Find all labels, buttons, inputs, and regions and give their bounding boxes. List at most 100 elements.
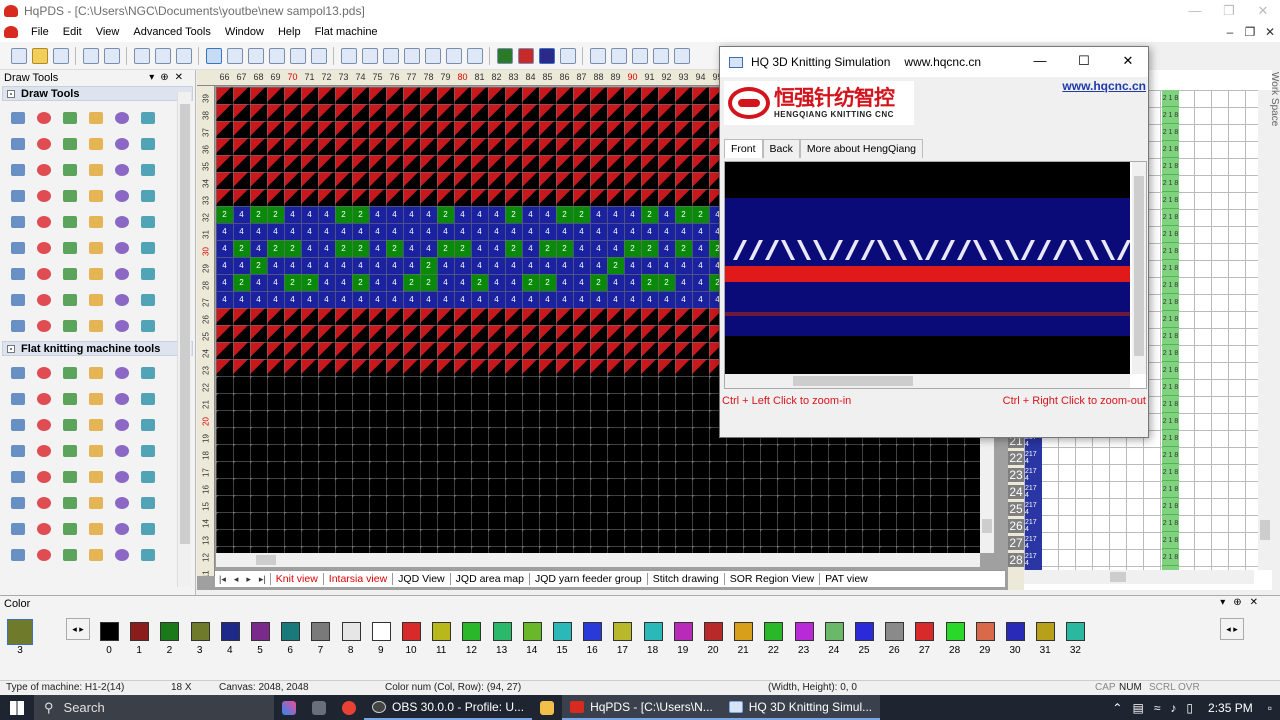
tool-icon[interactable] — [83, 516, 109, 542]
tool-icon[interactable] — [5, 157, 31, 183]
tool-icon[interactable] — [5, 235, 31, 261]
bed-icon[interactable] — [466, 47, 483, 64]
green-cell[interactable]: 2 1 8 — [1162, 549, 1179, 566]
mdi-minimize-button[interactable]: – — [1220, 22, 1240, 42]
data-cell[interactable]: 217 4 — [1025, 536, 1042, 553]
color-swatch[interactable] — [341, 622, 361, 641]
color-swatch[interactable] — [522, 622, 542, 641]
tool-icon[interactable] — [57, 438, 83, 464]
tool-icon[interactable] — [109, 287, 135, 313]
restore-button[interactable]: ❐ — [1212, 0, 1246, 22]
color-swatch[interactable] — [100, 622, 119, 641]
tool-icon[interactable] — [31, 183, 57, 209]
tool-icon[interactable] — [83, 183, 109, 209]
color-swatch[interactable] — [251, 622, 270, 641]
tool-icon[interactable] — [83, 209, 109, 235]
save-icon[interactable] — [52, 47, 69, 64]
tool-icon[interactable] — [135, 490, 161, 516]
tab-knit-view[interactable]: Knit view — [269, 573, 323, 585]
green-cell[interactable]: 2 1 8 — [1162, 362, 1179, 379]
tool-icon[interactable] — [5, 542, 31, 568]
tool-icon[interactable] — [5, 490, 31, 516]
tool-icon[interactable] — [135, 386, 161, 412]
tool-icon[interactable] — [31, 386, 57, 412]
tool-icon[interactable] — [57, 412, 83, 438]
green-cell[interactable]: 2 1 8 — [1162, 107, 1179, 124]
tool-icon[interactable] — [5, 516, 31, 542]
color-swatch[interactable] — [130, 622, 150, 641]
tool-icon[interactable] — [31, 131, 57, 157]
tab-stitch-drawing[interactable]: Stitch drawing — [646, 573, 724, 585]
color-swatch[interactable] — [553, 622, 572, 641]
scroll-thumb[interactable] — [180, 104, 190, 544]
color-scroll-left[interactable]: ◂ ▸ — [66, 618, 90, 640]
tool-icon[interactable] — [5, 287, 31, 313]
tool-icon[interactable] — [109, 438, 135, 464]
green-cell[interactable]: 2 1 8 — [1162, 260, 1179, 277]
tool-icon[interactable] — [57, 542, 83, 568]
minimize-button[interactable]: — — [1178, 0, 1212, 22]
scroll-thumb[interactable] — [1134, 176, 1144, 356]
collapse-icon[interactable]: - — [7, 89, 15, 98]
green-cell[interactable]: 2 1 8 — [1162, 481, 1179, 498]
tool-icon[interactable] — [83, 490, 109, 516]
stitch-icon[interactable] — [289, 47, 306, 64]
color-swatch[interactable] — [794, 622, 814, 641]
tab-front[interactable]: Front — [724, 139, 763, 158]
tab-jqd-view[interactable]: JQD View — [392, 573, 450, 585]
tool-icon[interactable] — [31, 464, 57, 490]
transfer-icon[interactable] — [424, 47, 441, 64]
tool-icon[interactable] — [57, 313, 83, 339]
tab-jqd-area-map[interactable]: JQD area map — [449, 573, 529, 585]
sim-vertical-scrollbar[interactable] — [1132, 162, 1146, 374]
green-cell[interactable]: 2 1 8 — [1162, 175, 1179, 192]
color-swatch[interactable] — [462, 622, 482, 641]
color-swatch[interactable] — [855, 622, 874, 641]
paste-icon[interactable] — [175, 47, 192, 64]
color-swatch[interactable] — [1006, 622, 1025, 641]
tool-icon[interactable] — [83, 438, 109, 464]
color-swatch[interactable] — [371, 622, 391, 641]
menu-flat-machine[interactable]: Flat machine — [308, 26, 385, 38]
color-swatch[interactable] — [704, 622, 723, 641]
tool-icon[interactable] — [83, 542, 109, 568]
tool-icon[interactable] — [83, 464, 109, 490]
cut-icon[interactable] — [133, 47, 150, 64]
color-swatch[interactable] — [583, 622, 603, 641]
menu-view[interactable]: View — [89, 26, 127, 38]
tool-icon[interactable] — [109, 131, 135, 157]
tool-icon[interactable] — [5, 438, 31, 464]
color-fill-icon[interactable] — [538, 47, 555, 64]
tool-icon[interactable] — [31, 360, 57, 386]
tool-icon[interactable] — [31, 412, 57, 438]
palette-icon[interactable] — [559, 47, 576, 64]
color-swatch[interactable] — [673, 622, 693, 641]
sim-minimize-button[interactable]: — — [1030, 53, 1050, 68]
start-button[interactable] — [0, 695, 34, 720]
target-icon[interactable] — [310, 47, 327, 64]
tool-icon[interactable] — [57, 131, 83, 157]
tab-nav-prev[interactable]: ◂ — [230, 574, 243, 585]
left-panel-scrollbar[interactable] — [177, 92, 191, 587]
tool-icon[interactable] — [57, 105, 83, 131]
menu-advanced-tools[interactable]: Advanced Tools — [126, 26, 217, 38]
data-cell[interactable]: 217 4 — [1025, 553, 1042, 570]
tool-icon[interactable] — [5, 183, 31, 209]
tool-icon[interactable] — [57, 360, 83, 386]
close-button[interactable]: ✕ — [1246, 0, 1280, 22]
green-cell[interactable]: 2 1 8 — [1162, 226, 1179, 243]
color-swap-icon[interactable] — [517, 47, 534, 64]
taskbar-hq3d[interactable]: HQ 3D Knitting Simul... — [720, 695, 881, 720]
scroll-thumb[interactable] — [982, 519, 992, 533]
collapse-icon[interactable]: - — [7, 344, 15, 353]
yarn-icon[interactable] — [610, 47, 627, 64]
knit-simulation-canvas[interactable] — [725, 162, 1130, 374]
tool-icon[interactable] — [109, 235, 135, 261]
tool-icon[interactable] — [57, 490, 83, 516]
tool-icon[interactable] — [135, 412, 161, 438]
taskbar-hqpds[interactable]: HqPDS - [C:\Users\N... — [562, 695, 721, 720]
tool-icon[interactable] — [109, 386, 135, 412]
tool-icon[interactable] — [109, 313, 135, 339]
sim-maximize-button[interactable]: ☐ — [1074, 53, 1094, 69]
layers-icon[interactable] — [382, 47, 399, 64]
